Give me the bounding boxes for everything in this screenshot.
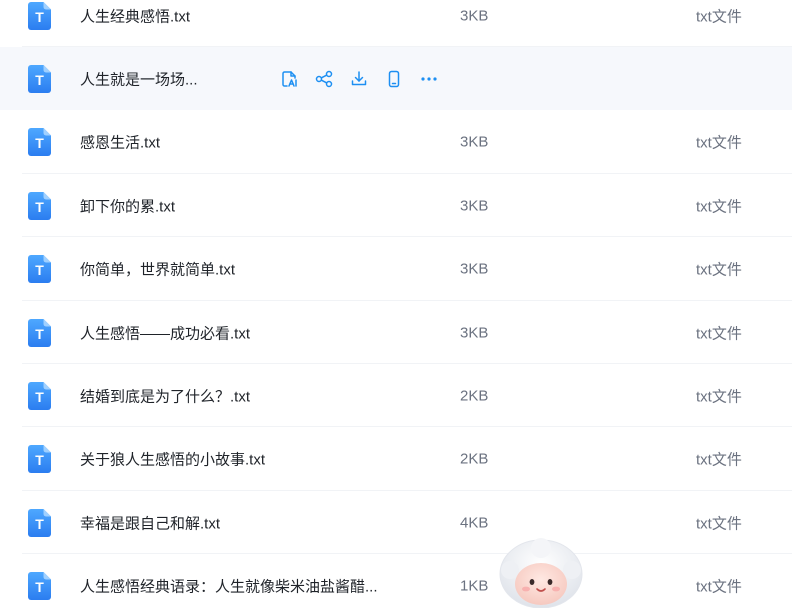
file-size: 3KB — [460, 197, 489, 215]
row-actions — [279, 69, 454, 89]
file-type: txt文件 — [696, 134, 742, 152]
file-name[interactable]: 幸福是跟自己和解.txt — [80, 512, 220, 533]
file-size: 3KB — [460, 324, 489, 341]
file-type: txt文件 — [696, 325, 742, 342]
assistant-mascot-icon[interactable] — [498, 538, 584, 609]
txt-file-icon: T — [28, 191, 51, 220]
file-name[interactable]: 结婚到底是为了什么？.txt — [80, 385, 250, 406]
file-size: 1KB — [460, 577, 489, 595]
file-name[interactable]: 感恩生活.txt — [80, 132, 160, 153]
txt-file-icon: T — [28, 1, 51, 30]
file-type: txt文件 — [696, 261, 742, 279]
file-name[interactable]: 人生感悟——成功必看.txt — [80, 322, 250, 343]
txt-file-icon: T — [28, 318, 51, 347]
file-size: 3KB — [460, 7, 489, 24]
file-list: T 人生经典感悟.txt 3KB txt文件 T 人生就是一场场... T 感恩生活.txt 3… — [0, 0, 792, 605]
file-icon-letter: T — [35, 72, 44, 88]
file-name[interactable]: 卸下你的累.txt — [80, 195, 175, 216]
file-size: 4KB — [460, 514, 489, 532]
file-row[interactable]: T 关于狼人生感悟的小故事.txt 2KB txt文件 — [0, 428, 792, 491]
file-icon-letter: T — [35, 9, 44, 25]
file-icon-letter: T — [35, 452, 44, 468]
file-icon-letter: T — [35, 389, 44, 405]
file-type: txt文件 — [696, 515, 742, 533]
file-icon-letter: T — [35, 516, 44, 532]
file-row[interactable]: T 人生经典感悟.txt 3KB txt文件 — [0, 0, 792, 47]
file-row[interactable]: T 结婚到底是为了什么？.txt 2KB txt文件 — [0, 364, 792, 428]
txt-file-icon: T — [28, 255, 51, 284]
file-icon-letter: T — [35, 262, 44, 278]
download-icon[interactable] — [349, 69, 369, 89]
file-row[interactable]: T 感恩生活.txt 3KB txt文件 — [0, 111, 792, 174]
file-type: txt文件 — [696, 8, 742, 25]
file-row[interactable]: T 你简单，世界就简单.txt 3KB txt文件 — [0, 238, 792, 301]
file-name[interactable]: 人生就是一场场... — [80, 68, 198, 89]
txt-file-icon: T — [28, 64, 51, 93]
txt-file-icon: T — [28, 508, 51, 537]
file-type: txt文件 — [696, 388, 742, 406]
file-name[interactable]: 人生经典感悟.txt — [80, 5, 190, 26]
txt-file-icon: T — [28, 381, 51, 410]
file-icon-letter: T — [35, 199, 44, 215]
file-row[interactable]: T 幸福是跟自己和解.txt 4KB txt文件 — [0, 491, 792, 555]
txt-file-icon: T — [28, 445, 51, 474]
ai-read-icon[interactable] — [279, 69, 299, 89]
file-type: txt文件 — [696, 198, 742, 216]
file-name[interactable]: 关于狼人生感悟的小故事.txt — [80, 449, 265, 470]
file-size: 2KB — [460, 387, 489, 405]
file-size: 3KB — [460, 260, 489, 278]
txt-file-icon: T — [28, 128, 51, 157]
file-size: 3KB — [460, 133, 489, 151]
file-size: 2KB — [460, 450, 489, 468]
more-icon[interactable] — [419, 69, 439, 89]
file-name[interactable]: 你简单，世界就简单.txt — [80, 259, 235, 280]
file-icon-letter: T — [35, 135, 44, 151]
file-row[interactable]: T 卸下你的累.txt 3KB txt文件 — [0, 174, 792, 238]
file-row[interactable]: T 人生感悟经典语录：人生就像柴米油盐酱醋... 1KB txt文件 — [0, 555, 792, 613]
phone-icon[interactable] — [384, 69, 404, 89]
file-icon-letter: T — [35, 579, 44, 595]
file-icon-letter: T — [35, 326, 44, 342]
file-name[interactable]: 人生感悟经典语录：人生就像柴米油盐酱醋... — [80, 576, 378, 597]
share-icon[interactable] — [314, 69, 334, 89]
file-type: txt文件 — [696, 451, 742, 469]
file-row[interactable]: T 人生感悟——成功必看.txt 3KB txt文件 — [0, 301, 792, 364]
file-type: txt文件 — [696, 578, 742, 596]
txt-file-icon: T — [28, 572, 51, 601]
file-row[interactable]: T 人生就是一场场... — [0, 47, 792, 111]
